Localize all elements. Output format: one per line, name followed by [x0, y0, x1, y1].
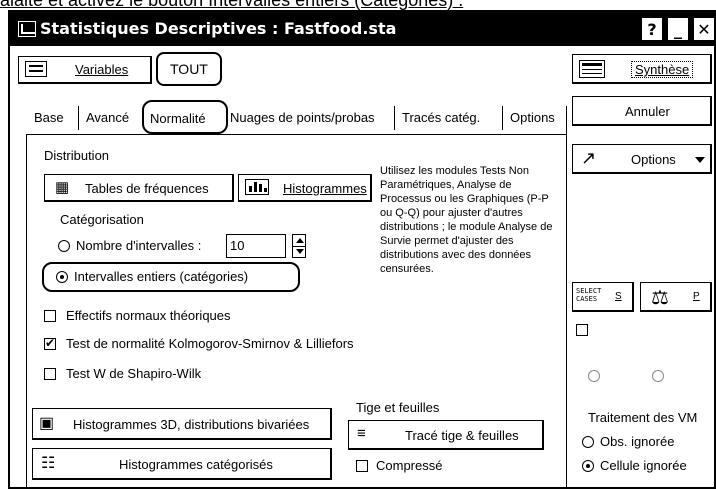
tables-frequences-button[interactable]: ▦ Tables de fréquences — [44, 174, 234, 202]
compresse-label: Compressé — [376, 458, 443, 473]
traitement-vm-label: Traitement des VM — [588, 410, 698, 425]
select-cases-button[interactable]: SELECT CASES S — [572, 282, 634, 312]
tab-normalite-label: Normalité — [150, 111, 206, 126]
synthese-label: Synthèse — [631, 61, 694, 78]
compresse-checkbox[interactable] — [356, 460, 368, 472]
distribution-label: Distribution — [44, 148, 110, 163]
tab-options[interactable]: Options — [510, 110, 555, 125]
annuler-button[interactable]: Annuler — [572, 96, 712, 126]
categorisation-label: Catégorisation — [60, 212, 144, 227]
intervalles-entiers-option[interactable]: Intervalles entiers (catégories) — [42, 262, 300, 292]
select-cases-line1: SELECT — [576, 287, 602, 295]
descriptive-stats-dialog: Statistiques Descriptives : Fastfood.sta… — [8, 10, 716, 489]
histogram-icon — [245, 179, 269, 195]
right-empty-checkbox[interactable] — [576, 324, 588, 336]
info-text: Utilisez les modules Tests Non Paramétri… — [380, 165, 553, 275]
hist3d-icon: ▣ — [39, 415, 55, 432]
options-label: Options — [631, 152, 676, 167]
nombre-intervalles-radio[interactable] — [58, 240, 70, 252]
chevron-down-icon — [695, 157, 705, 163]
shapiro-label: Test W de Shapiro-Wilk — [66, 366, 202, 381]
tab-traces-categ[interactable]: Tracés catég. — [402, 110, 480, 125]
weight-p-label: P — [693, 291, 700, 302]
nombre-intervalles-spinner[interactable] — [292, 234, 306, 258]
histogrammes-label: Histogrammes — [283, 181, 367, 196]
hist-categorises-label: Histogrammes catégorisés — [119, 457, 273, 472]
window-title: Statistiques Descriptives : Fastfood.sta — [40, 19, 397, 38]
summary-table-icon — [579, 60, 605, 78]
intervalles-entiers-radio[interactable] — [56, 271, 68, 283]
select-cases-line2: CASES — [576, 295, 598, 303]
trace-tige-button[interactable]: ≡ Tracé tige & feuilles — [348, 420, 544, 450]
tab-nuages[interactable]: Nuages de points/probas — [230, 110, 375, 125]
effectifs-checkbox[interactable] — [44, 310, 56, 322]
obs-ignoree-label: Obs. ignorée — [600, 434, 675, 449]
trace-tige-label: Tracé tige & feuilles — [405, 428, 519, 443]
hist3d-button[interactable]: ▣ Histogrammes 3D, distributions bivarié… — [32, 408, 332, 440]
options-arrow-icon: ↗ — [581, 148, 597, 168]
app-chart-icon — [18, 21, 36, 37]
help-button[interactable]: ? — [641, 17, 663, 41]
cellule-ignoree-radio[interactable] — [582, 460, 594, 472]
title-bar: Statistiques Descriptives : Fastfood.sta… — [10, 12, 715, 46]
variables-button[interactable]: Variables — [18, 56, 152, 84]
weight-icon: ⚖ — [651, 287, 669, 309]
tige-feuilles-title: Tige et feuilles — [356, 400, 440, 415]
tab-base[interactable]: Base — [34, 110, 64, 125]
tout-button[interactable]: TOUT — [156, 52, 222, 86]
select-cases-s-label: S — [615, 291, 622, 302]
close-button[interactable]: ✕ — [693, 17, 715, 41]
instruction-text: alaite et activez le bouton Intervalles … — [0, 0, 464, 10]
tout-label: TOUT — [170, 61, 208, 77]
variables-list-icon — [25, 61, 47, 77]
synthese-button[interactable]: Synthèse — [572, 54, 712, 84]
tab-avance[interactable]: Avancé — [86, 110, 129, 125]
minimize-button[interactable]: _ — [667, 17, 689, 41]
table-grid-icon: ▦ — [55, 179, 70, 196]
histogrammes-button[interactable]: Histogrammes — [238, 174, 372, 202]
right-radio-a[interactable] — [588, 370, 600, 382]
nombre-intervalles-label: Nombre d'intervalles : — [76, 238, 202, 253]
variables-label: Variables — [75, 62, 129, 77]
hist3d-label: Histogrammes 3D, distributions bivariées — [73, 417, 310, 432]
instruction-text-cutoff: alaite et activez le bouton Intervalles … — [0, 0, 716, 10]
tab-normalite[interactable]: Normalité — [142, 100, 228, 134]
effectifs-label: Effectifs normaux théoriques — [66, 308, 231, 323]
shapiro-checkbox[interactable] — [44, 368, 56, 380]
annuler-label: Annuler — [625, 104, 670, 119]
hist-categorises-icon: ☷ — [41, 455, 56, 472]
weight-button[interactable]: ⚖ P — [640, 282, 712, 312]
tables-frequences-label: Tables de fréquences — [85, 181, 209, 196]
ks-test-checkbox[interactable] — [44, 336, 56, 350]
intervalles-entiers-label: Intervalles entiers (catégories) — [74, 269, 249, 284]
ks-test-label: Test de normalité Kolmogorov-Smirnov & L… — [66, 336, 354, 351]
stem-leaf-icon: ≡ — [357, 425, 366, 442]
right-radio-b[interactable] — [652, 370, 664, 382]
options-dropdown-button[interactable]: ↗ Options — [572, 144, 712, 174]
obs-ignoree-radio[interactable] — [582, 436, 594, 448]
nombre-intervalles-input[interactable]: 10 — [226, 234, 286, 258]
hist-categorises-button[interactable]: ☷ Histogrammes catégorisés — [32, 448, 332, 480]
cellule-ignoree-label: Cellule ignorée — [600, 458, 687, 473]
